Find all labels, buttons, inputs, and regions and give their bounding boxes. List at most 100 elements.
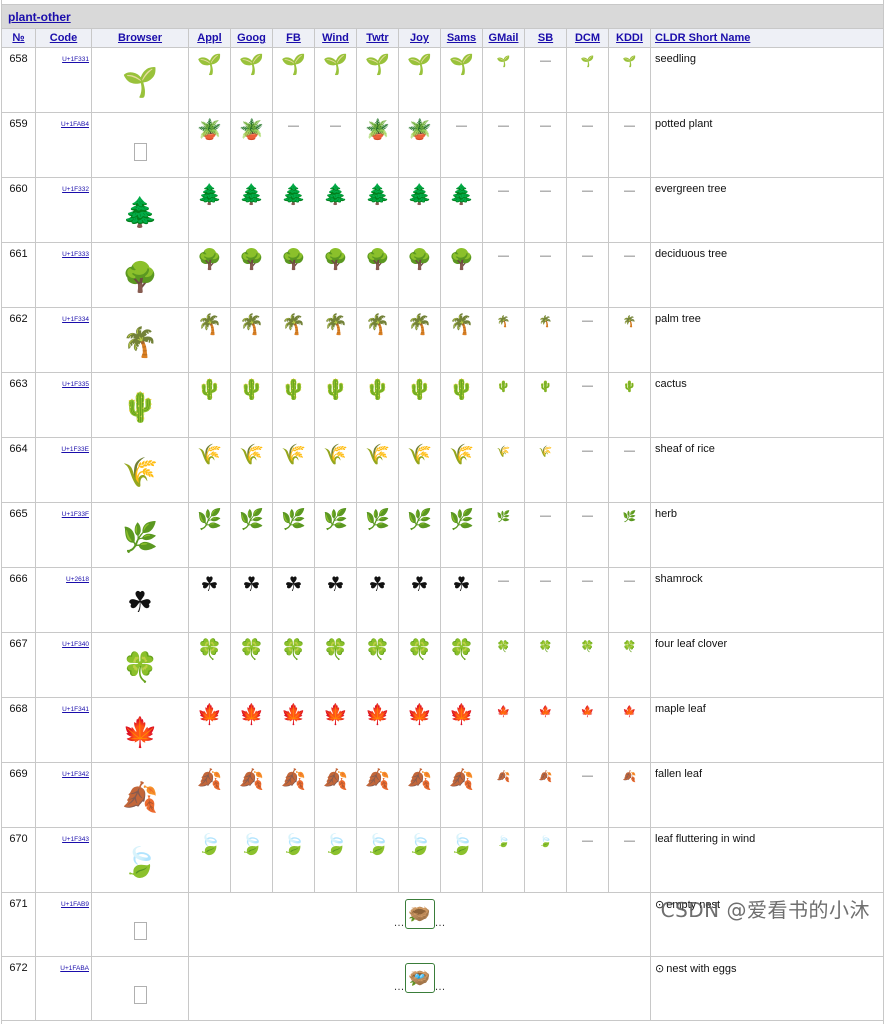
col-header-browser-link[interactable]: Browser xyxy=(118,32,162,44)
col-header-vendor-link[interactable]: Goog xyxy=(237,32,266,44)
code-link[interactable]: U+1FABA xyxy=(60,965,89,972)
col-header-vendor-link[interactable]: GMail xyxy=(489,32,519,44)
col-header-name-link[interactable]: CLDR Short Name xyxy=(655,32,750,44)
col-header-vendor[interactable]: Twtr xyxy=(357,29,399,48)
vendor-image-cell: — xyxy=(483,178,525,243)
col-header-vendor[interactable]: Sams xyxy=(441,29,483,48)
col-header-vendor[interactable]: Wind xyxy=(315,29,357,48)
vendor-image-cell: — xyxy=(609,568,651,633)
vendor-image-cell: 🌿 xyxy=(189,503,231,568)
code-link[interactable]: U+1F340 xyxy=(62,641,89,648)
browser-glyph-cell: 🍁 xyxy=(92,698,189,763)
code-link[interactable]: U+1F343 xyxy=(62,836,89,843)
vendor-emoji: 🌾 xyxy=(239,445,264,465)
vendor-image-cell: 🍁 xyxy=(567,698,609,763)
vendor-image-cell: 🌳 xyxy=(357,243,399,308)
col-header-code-link[interactable]: Code xyxy=(50,32,78,44)
col-header-vendor[interactable]: GMail xyxy=(483,29,525,48)
vendor-emoji: 🌲 xyxy=(449,185,474,205)
vendor-image-cell: 🌱 xyxy=(483,48,525,113)
col-header-name[interactable]: CLDR Short Name xyxy=(651,29,884,48)
vendor-emoji-small: 🌵 xyxy=(497,380,511,393)
col-header-vendor[interactable]: KDDI xyxy=(609,29,651,48)
missing-image-dash: — xyxy=(624,836,635,847)
col-header-vendor-link[interactable]: Appl xyxy=(197,32,221,44)
vendor-emoji: 🌱 xyxy=(323,55,348,75)
vendor-image-cell: 🌾 xyxy=(273,438,315,503)
row-number: 664 xyxy=(2,438,36,503)
vendor-emoji: 🌱 xyxy=(365,55,390,75)
code-link[interactable]: U+1FAB9 xyxy=(61,901,89,908)
vendor-image-cell: — xyxy=(525,568,567,633)
missing-image-dash: — xyxy=(582,251,593,262)
vendor-image-cell: 🌴 xyxy=(441,308,483,373)
code-link[interactable]: U+1F331 xyxy=(62,56,89,63)
vendor-image-cell: 🍁 xyxy=(609,698,651,763)
vendor-emoji: 🌿 xyxy=(323,510,348,530)
col-header-vendor[interactable]: Joy xyxy=(399,29,441,48)
browser-glyph-cell xyxy=(92,957,189,1021)
col-header-vendor-link[interactable]: KDDI xyxy=(616,32,643,44)
vendor-image-cell: — xyxy=(567,438,609,503)
code-link[interactable]: U+1F334 xyxy=(62,316,89,323)
vendor-emoji: 🌱 xyxy=(197,55,222,75)
col-header-vendor[interactable]: DCM xyxy=(567,29,609,48)
col-header-vendor-link[interactable]: Twtr xyxy=(366,32,388,44)
missing-image-dash: — xyxy=(498,186,509,197)
browser-emoji: 🍀 xyxy=(122,654,158,683)
row-number: 665 xyxy=(2,503,36,568)
browser-glyph-cell xyxy=(92,113,189,178)
code-link[interactable]: U+1F342 xyxy=(62,771,89,778)
vendor-image-cell: 🌴 xyxy=(525,308,567,373)
code-link[interactable]: U+1F333 xyxy=(62,251,89,258)
browser-glyph-cell xyxy=(92,893,189,957)
vendor-image-cell: 🍂 xyxy=(273,763,315,828)
vendor-emoji-small: 🌱 xyxy=(497,55,511,68)
col-header-browser[interactable]: Browser xyxy=(92,29,189,48)
row-number: 662 xyxy=(2,308,36,373)
vendor-emoji-small: 🍁 xyxy=(539,705,553,718)
col-header-vendor[interactable]: Goog xyxy=(231,29,273,48)
vendor-emoji: 🍀 xyxy=(239,640,264,660)
vendor-emoji-small: 🌵 xyxy=(539,380,553,393)
code-link[interactable]: U+1F341 xyxy=(62,706,89,713)
code-link[interactable]: U+1F332 xyxy=(62,186,89,193)
code-link[interactable]: U+2618 xyxy=(66,576,89,583)
vendor-emoji-small: 🍃 xyxy=(497,835,511,848)
col-header-vendor[interactable]: FB xyxy=(273,29,315,48)
vendor-emoji: 🌵 xyxy=(197,380,222,400)
col-header-vendor[interactable]: Appl xyxy=(189,29,231,48)
vendor-emoji: 🌳 xyxy=(323,250,348,270)
col-header-vendor-link[interactable]: DCM xyxy=(575,32,600,44)
code-link[interactable]: U+1F33F xyxy=(62,511,89,518)
vendor-image-cell: — xyxy=(609,438,651,503)
vendor-emoji-small: 🌿 xyxy=(497,510,511,523)
col-header-vendor-link[interactable]: SB xyxy=(538,32,553,44)
col-header-vendor-link[interactable]: Wind xyxy=(322,32,349,44)
code-link[interactable]: U+1F335 xyxy=(62,381,89,388)
col-header-vendor[interactable]: SB xyxy=(525,29,567,48)
vendor-image-cell: — xyxy=(525,178,567,243)
code-link[interactable]: U+1F33E xyxy=(61,446,89,453)
col-header-vendor-link[interactable]: Sams xyxy=(447,32,476,44)
vendor-emoji: 🌱 xyxy=(281,55,306,75)
missing-glyph-box xyxy=(134,143,147,161)
vendor-emoji-small: 🍁 xyxy=(623,705,637,718)
vendor-emoji: 🌵 xyxy=(365,380,390,400)
col-header-code[interactable]: Code xyxy=(36,29,92,48)
cldr-name-cell: herb xyxy=(651,503,884,568)
missing-image-dash: — xyxy=(540,121,551,132)
vendor-image-cell: 🍁 xyxy=(441,698,483,763)
vendor-emoji: 🌿 xyxy=(281,510,306,530)
col-header-num[interactable]: № xyxy=(2,29,36,48)
col-header-vendor-link[interactable]: FB xyxy=(286,32,301,44)
vendor-emoji: ☘ xyxy=(453,575,471,595)
col-header-vendor-link[interactable]: Joy xyxy=(410,32,429,44)
missing-image-dash: — xyxy=(624,251,635,262)
code-link[interactable]: U+1FAB4 xyxy=(61,121,89,128)
section-link[interactable]: plant-other xyxy=(8,10,71,24)
browser-glyph-cell: 🌴 xyxy=(92,308,189,373)
col-header-num-link[interactable]: № xyxy=(12,32,24,44)
vendor-emoji: 🍃 xyxy=(365,835,390,855)
vendor-image-cell: — xyxy=(609,178,651,243)
